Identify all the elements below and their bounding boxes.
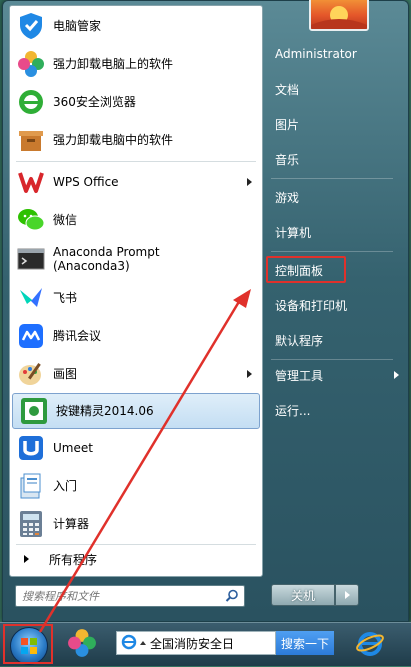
right-item-pictures[interactable]: 图片: [269, 110, 389, 138]
program-label-line1: Anaconda Prompt: [53, 245, 160, 259]
program-list-pane: 电脑管家 强力卸载电脑上的软件 360安全浏览器 强力卸载电脑中的软件 WPS …: [9, 5, 263, 577]
search-icon[interactable]: [225, 589, 239, 606]
wechat-icon: [16, 205, 46, 235]
program-item-key-wizard[interactable]: 按键精灵2014.06: [12, 393, 260, 429]
program-item-pc-manager[interactable]: 电脑管家: [10, 8, 262, 44]
taskbar-search-button[interactable]: 搜索一下: [276, 631, 334, 655]
submenu-arrow-icon: [247, 370, 252, 378]
wps-icon: [16, 167, 46, 197]
program-label: 微信: [53, 213, 78, 227]
program-item-feishu[interactable]: 飞书: [10, 280, 262, 316]
program-label: 强力卸载电脑中的软件: [53, 133, 174, 147]
shutdown-options-button[interactable]: [335, 584, 359, 606]
terminal-icon: [16, 244, 46, 274]
annotation-highlight-control-panel: [266, 256, 346, 283]
program-item-umeet[interactable]: Umeet: [10, 430, 262, 466]
program-label: 飞书: [53, 291, 78, 305]
right-item-label: 游戏: [275, 190, 300, 205]
right-item-devices-printers[interactable]: 设备和打印机: [269, 291, 389, 319]
right-item-computer[interactable]: 计算机: [269, 218, 389, 246]
program-label: 入门: [53, 479, 78, 493]
separator: [271, 178, 393, 179]
program-item-uninstall-1[interactable]: 强力卸载电脑上的软件: [10, 46, 262, 82]
search-button-label: 搜索一下: [280, 636, 329, 651]
paint-icon: [16, 359, 46, 389]
right-item-run[interactable]: 运行...: [269, 396, 389, 424]
program-label: WPS Office: [53, 175, 119, 189]
right-item-music[interactable]: 音乐: [269, 145, 389, 173]
right-item-label: 音乐: [275, 152, 300, 167]
tencent-meeting-icon: [16, 321, 46, 351]
right-item-user[interactable]: Administrator: [269, 40, 389, 68]
ie-icon: [121, 634, 137, 653]
tencent-pc-manager-icon: [16, 11, 46, 41]
umeet-icon: [16, 433, 46, 463]
program-item-wps[interactable]: WPS Office: [10, 164, 262, 200]
program-label: 按键精灵2014.06: [56, 404, 154, 418]
program-item-wechat[interactable]: 微信: [10, 202, 262, 238]
right-item-documents[interactable]: 文档: [269, 75, 389, 103]
submenu-arrow-icon: [247, 178, 252, 186]
program-item-uninstall-2[interactable]: 强力卸载电脑中的软件: [10, 122, 262, 158]
program-item-calculator[interactable]: 计算器: [10, 506, 262, 542]
right-item-label: 运行...: [275, 403, 311, 418]
program-label: Umeet: [53, 441, 93, 455]
search-input[interactable]: [22, 589, 217, 603]
getting-started-icon: [16, 471, 46, 501]
program-item-anaconda[interactable]: Anaconda Prompt (Anaconda3): [10, 240, 262, 278]
program-label: 强力卸载电脑上的软件: [53, 57, 174, 71]
user-avatar[interactable]: [309, 0, 369, 31]
right-item-label: Administrator: [275, 47, 357, 61]
program-item-tencent-meeting[interactable]: 腾讯会议: [10, 318, 262, 354]
uninstall-flower-icon: [68, 629, 96, 657]
program-label: 腾讯会议: [53, 329, 102, 343]
program-label: 画图: [53, 367, 78, 381]
right-item-default-programs[interactable]: 默认程序: [269, 326, 389, 354]
program-label: 计算器: [53, 517, 90, 531]
feishu-icon: [16, 283, 46, 313]
right-item-label: 计算机: [275, 225, 312, 240]
chevron-right-icon: [344, 591, 350, 599]
shutdown-label: 关机: [290, 588, 315, 603]
uninstall-box-icon: [16, 125, 46, 155]
right-item-label: 管理工具: [275, 368, 324, 383]
uninstall-flower-icon: [16, 49, 46, 79]
caret-up-icon: [140, 641, 146, 645]
key-wizard-icon: [19, 396, 49, 426]
program-label: 360安全浏览器: [53, 95, 136, 109]
program-label-line2: (Anaconda3): [53, 259, 130, 273]
right-item-label: 文档: [275, 82, 300, 97]
search-box[interactable]: [15, 585, 245, 607]
right-item-label: 设备和打印机: [275, 298, 348, 313]
program-item-360-browser[interactable]: 360安全浏览器: [10, 84, 262, 120]
program-item-paint[interactable]: 画图: [10, 356, 262, 392]
separator: [271, 359, 393, 360]
shutdown-button[interactable]: 关机: [271, 584, 335, 606]
start-menu: 电脑管家 强力卸载电脑上的软件 360安全浏览器 强力卸载电脑中的软件 WPS …: [2, 0, 409, 622]
right-item-games[interactable]: 游戏: [269, 183, 389, 211]
right-item-label: 默认程序: [275, 333, 324, 348]
calculator-icon: [16, 509, 46, 539]
separator: [271, 251, 393, 252]
separator: [16, 544, 256, 545]
right-item-admin-tools[interactable]: 管理工具: [269, 361, 399, 389]
separator: [16, 161, 256, 162]
all-programs-button[interactable]: 所有程序: [10, 546, 262, 572]
taskbar-uninstall-app[interactable]: [64, 625, 100, 661]
program-label: 电脑管家: [53, 19, 102, 33]
program-label: Anaconda Prompt (Anaconda3): [53, 245, 160, 273]
news-text: 全国消防安全日: [150, 636, 235, 651]
all-programs-label: 所有程序: [49, 552, 98, 567]
right-item-label: 图片: [275, 117, 300, 132]
program-item-getting-started[interactable]: 入门: [10, 468, 262, 504]
360-browser-icon: [16, 87, 46, 117]
taskbar-news-widget[interactable]: 全国消防安全日: [116, 631, 276, 655]
ie-icon: [356, 632, 384, 656]
taskbar-ie-browser[interactable]: [352, 625, 388, 661]
chevron-right-icon: [24, 555, 29, 563]
submenu-arrow-icon: [394, 371, 399, 379]
annotation-highlight-start: [3, 624, 53, 664]
